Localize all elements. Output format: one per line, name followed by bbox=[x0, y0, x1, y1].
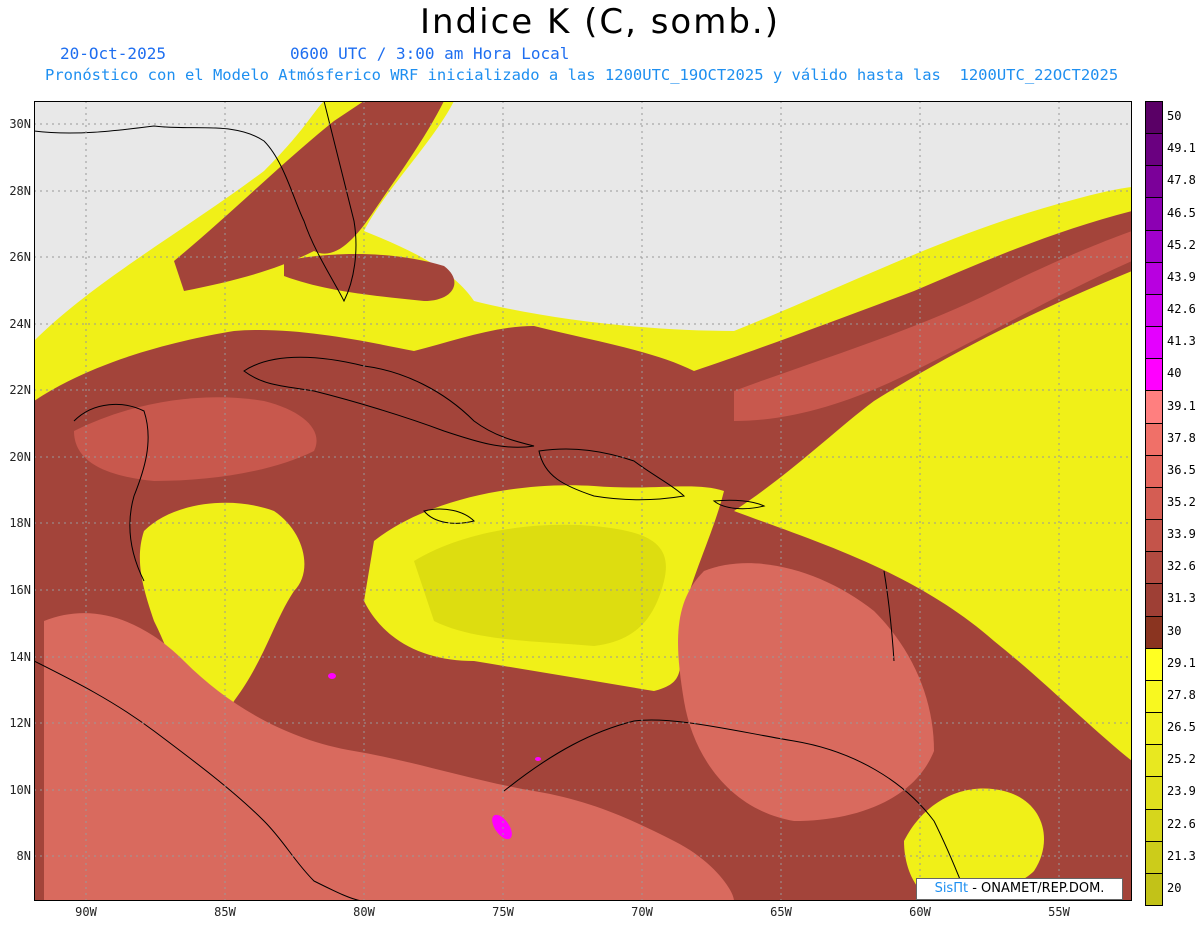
colorbar-label: 35.2 bbox=[1167, 495, 1196, 509]
colorbar-segment bbox=[1145, 230, 1163, 263]
lon-label-70w: 70W bbox=[631, 905, 653, 919]
colorbar-label: 26.5 bbox=[1167, 720, 1196, 735]
colorbar-label: 46.5 bbox=[1167, 205, 1196, 220]
lat-label-26n: 26N bbox=[9, 250, 31, 264]
lon-label-60w: 60W bbox=[909, 905, 931, 919]
colorbar-segment bbox=[1145, 841, 1163, 874]
colorbar-label: 37.8 bbox=[1167, 430, 1196, 445]
colorbar-segment bbox=[1145, 327, 1163, 360]
k-index-map bbox=[34, 101, 1132, 901]
colorbar-segment bbox=[1145, 520, 1163, 553]
colorbar-label: 23.9 bbox=[1167, 784, 1196, 799]
lon-label-80w: 80W bbox=[353, 905, 375, 919]
forecast-description: Pronóstico con el Modelo Atmósferico WRF… bbox=[45, 66, 1119, 84]
colorbar-segment bbox=[1145, 487, 1163, 521]
colorbar-segment bbox=[1145, 455, 1163, 488]
colorbar-label: 33.9 bbox=[1167, 527, 1196, 542]
lat-label-30n: 30N bbox=[9, 117, 31, 131]
lat-label-22n: 22N bbox=[9, 383, 31, 397]
lon-label-90w: 90W bbox=[75, 905, 97, 919]
colorbar-segment bbox=[1145, 713, 1163, 746]
colorbar-label: 22.6 bbox=[1167, 816, 1196, 831]
colorbar-segment bbox=[1145, 648, 1163, 681]
colorbar-label: 30 bbox=[1167, 623, 1182, 638]
lon-label-75w: 75W bbox=[492, 905, 514, 919]
colorbar-segment bbox=[1145, 134, 1163, 167]
colorbar-segment bbox=[1145, 198, 1163, 231]
colorbar-label: 29.1 bbox=[1167, 655, 1196, 670]
lat-label-16n: 16N bbox=[9, 583, 31, 597]
colorbar-label: 40 bbox=[1167, 366, 1182, 381]
credit-text: - ONAMET/REP.DOM. bbox=[972, 881, 1105, 896]
colorbar-label: 43.9 bbox=[1167, 269, 1196, 284]
colorbar-label: 27.8 bbox=[1167, 687, 1196, 702]
colorbar-segment bbox=[1145, 680, 1163, 714]
colorbar-segment bbox=[1145, 359, 1163, 392]
colorbar-label: 39.1 bbox=[1167, 398, 1196, 413]
colorbar-label: 49.1 bbox=[1167, 141, 1196, 156]
colorbar-label: 36.5 bbox=[1167, 462, 1196, 477]
lat-label-20n: 20N bbox=[9, 450, 31, 464]
forecast-time: 0600 UTC / 3:00 am Hora Local bbox=[290, 44, 570, 63]
colorbar-segment bbox=[1145, 616, 1163, 649]
sistema-logo-text: SisПt bbox=[934, 881, 969, 896]
colorbar-segment bbox=[1145, 423, 1163, 456]
colorbar-segment bbox=[1145, 809, 1163, 842]
lat-label-8n: 8N bbox=[16, 849, 31, 863]
lat-label-28n: 28N bbox=[9, 184, 31, 198]
colorbar-label: 21.3 bbox=[1167, 848, 1196, 863]
colorbar-label: 45.2 bbox=[1167, 237, 1196, 252]
colorbar-label: 47.8 bbox=[1167, 173, 1196, 188]
colorbar-segment bbox=[1145, 584, 1163, 617]
lat-label-18n: 18N bbox=[9, 516, 31, 530]
colorbar-segment bbox=[1145, 777, 1163, 810]
colorbar-segment bbox=[1145, 391, 1163, 424]
colorbar-segment bbox=[1145, 166, 1163, 199]
lat-label-24n: 24N bbox=[9, 317, 31, 331]
colorbar bbox=[1145, 101, 1163, 906]
lon-label-55w: 55W bbox=[1048, 905, 1070, 919]
map-title: Indice K (C, somb.) bbox=[419, 2, 781, 42]
colorbar-label: 42.6 bbox=[1167, 302, 1196, 317]
colorbar-label: 41.3 bbox=[1167, 334, 1196, 349]
colorbar-segment bbox=[1145, 262, 1163, 295]
colorbar-label: 20 bbox=[1167, 880, 1182, 895]
k-index-magenta-spot-2 bbox=[328, 673, 336, 679]
lat-label-12n: 12N bbox=[9, 716, 31, 730]
forecast-date: 20-Oct-2025 bbox=[60, 44, 166, 63]
colorbar-label: 32.6 bbox=[1167, 559, 1196, 574]
lat-label-14n: 14N bbox=[9, 650, 31, 664]
lon-label-65w: 65W bbox=[770, 905, 792, 919]
colorbar-segment bbox=[1145, 745, 1163, 778]
colorbar-segment bbox=[1145, 294, 1163, 328]
lon-label-85w: 85W bbox=[214, 905, 236, 919]
colorbar-label: 50 bbox=[1167, 109, 1182, 124]
colorbar-segment bbox=[1145, 552, 1163, 585]
credit-box: SisПt - ONAMET/REP.DOM. bbox=[916, 878, 1123, 900]
colorbar-label: 25.2 bbox=[1167, 752, 1196, 767]
k-index-magenta-spot-3 bbox=[535, 757, 541, 761]
colorbar-segment bbox=[1145, 873, 1163, 906]
colorbar-segment bbox=[1145, 102, 1163, 135]
lat-label-10n: 10N bbox=[9, 783, 31, 797]
colorbar-label: 31.3 bbox=[1167, 591, 1196, 606]
